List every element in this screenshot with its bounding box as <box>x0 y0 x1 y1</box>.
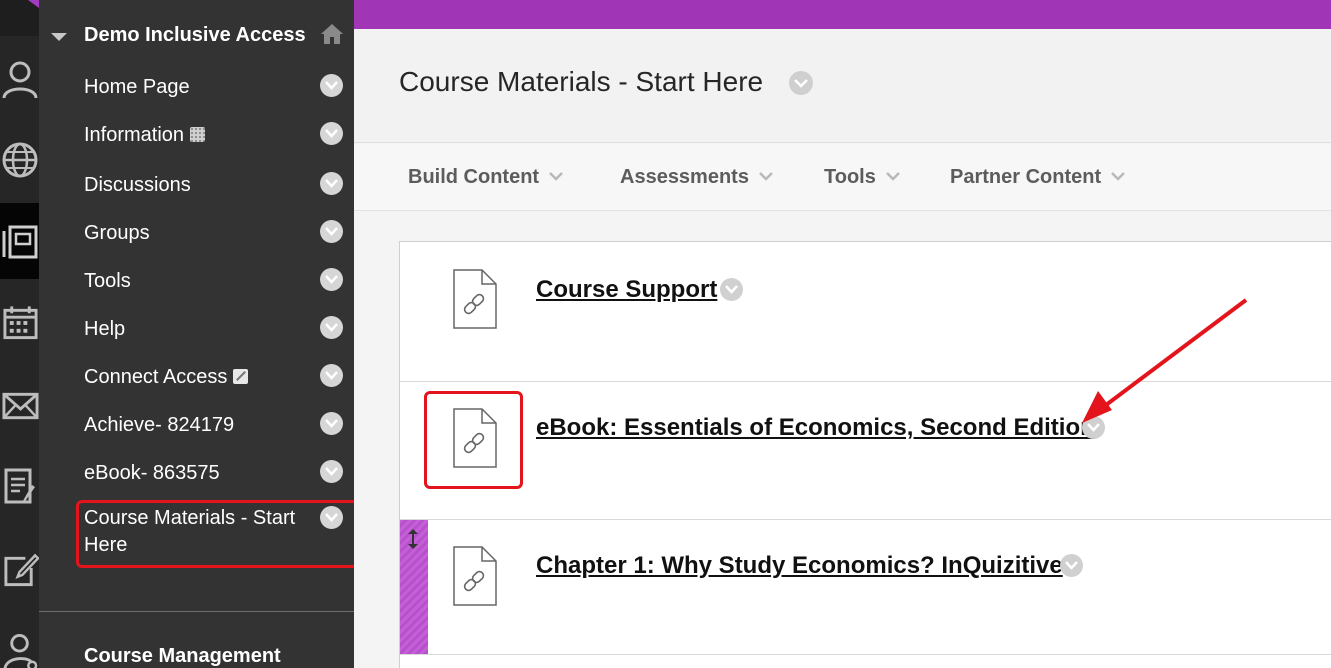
menu-item-label[interactable]: Connect Access <box>84 364 249 390</box>
annotation-highlight-menu-item <box>76 500 373 568</box>
chevron-down-icon[interactable] <box>320 220 343 243</box>
menu-divider <box>39 611 354 612</box>
menu-item-label[interactable]: Groups <box>84 220 150 246</box>
grades-icon[interactable] <box>0 462 39 510</box>
chevron-down-icon[interactable] <box>320 460 343 483</box>
courses-icon[interactable] <box>0 217 39 265</box>
rail-corner-accent <box>28 0 39 8</box>
drag-handle[interactable] <box>400 520 428 654</box>
course-menu-header[interactable]: Demo Inclusive Access <box>39 20 354 54</box>
assessments-button[interactable]: Assessments <box>620 164 773 189</box>
chevron-down-icon <box>759 164 773 187</box>
chevron-down-icon[interactable] <box>720 278 743 301</box>
globe-icon[interactable] <box>0 136 39 184</box>
collapse-caret-icon[interactable] <box>51 33 67 41</box>
content-item-title-link[interactable]: Course Support <box>536 276 717 304</box>
chevron-down-icon[interactable] <box>320 122 343 145</box>
edit-icon[interactable] <box>0 546 39 594</box>
menu-item-label[interactable]: Discussions <box>84 172 191 198</box>
chevron-down-icon[interactable] <box>320 74 343 97</box>
menu-item-connect-access[interactable]: Connect Access <box>39 354 354 394</box>
page-title: Course Materials - Start Here <box>399 66 764 97</box>
chevron-down-icon[interactable] <box>1060 554 1083 577</box>
global-nav-rail <box>0 0 39 668</box>
chevron-down-icon[interactable] <box>320 172 343 195</box>
menu-item-ebook[interactable]: eBook- 863575 <box>39 450 354 490</box>
menu-item-information[interactable]: Information <box>39 112 354 152</box>
chevron-down-icon[interactable] <box>789 71 813 95</box>
hidden-item-icon <box>190 127 206 142</box>
chevron-down-icon[interactable] <box>320 412 343 435</box>
calendar-icon[interactable] <box>0 299 39 347</box>
menu-item-label[interactable]: Tools <box>84 268 131 294</box>
home-icon[interactable] <box>320 23 344 50</box>
menu-item-label[interactable]: Help <box>84 316 125 342</box>
tools-button[interactable]: Tools <box>824 164 900 189</box>
menu-item-discussions[interactable]: Discussions <box>39 162 354 202</box>
content-item-title-link[interactable]: Chapter 1: Why Study Economics? InQuizit… <box>536 552 1063 580</box>
menu-item-achieve[interactable]: Achieve- 824179 <box>39 402 354 442</box>
menu-item-home-page[interactable]: Home Page <box>39 64 354 104</box>
partner-content-button[interactable]: Partner Content <box>950 164 1126 189</box>
content-item-title-link[interactable]: eBook: Essentials of Economics, Second E… <box>536 414 1095 442</box>
menu-item-label[interactable]: Achieve- 824179 <box>84 412 234 438</box>
drag-arrows-icon <box>408 529 418 549</box>
annotation-arrow-icon <box>1082 298 1248 423</box>
user-icon[interactable] <box>0 56 39 104</box>
chevron-down-icon <box>885 164 900 187</box>
item-divider <box>400 654 1331 655</box>
menu-item-label[interactable]: Home Page <box>84 74 190 100</box>
build-content-button[interactable]: Build Content <box>408 164 563 189</box>
chevron-down-icon[interactable] <box>320 316 343 339</box>
content-item: Chapter 1: Why Study Economics? InQuizit… <box>400 520 1331 654</box>
menu-item-label[interactable]: Information <box>84 122 206 148</box>
chevron-down-icon[interactable] <box>320 268 343 291</box>
external-link-icon <box>233 369 249 384</box>
page-header: Course Materials - Start Here <box>354 29 1331 143</box>
annotation-highlight-icon <box>424 391 523 489</box>
menu-item-tools[interactable]: Tools <box>39 258 354 298</box>
link-file-icon <box>452 545 498 612</box>
link-file-icon <box>452 268 498 335</box>
menu-item-groups[interactable]: Groups <box>39 210 354 250</box>
chevron-down-icon <box>1111 164 1126 187</box>
top-accent-bar <box>354 0 1331 29</box>
mail-icon[interactable] <box>0 382 39 430</box>
menu-item-help[interactable]: Help <box>39 306 354 346</box>
action-bar: Build Content Assessments Tools Partner … <box>354 144 1331 211</box>
chevron-down-icon <box>549 164 563 187</box>
menu-item-label[interactable]: eBook- 863575 <box>84 460 220 486</box>
user-settings-icon[interactable] <box>0 628 39 668</box>
course-title[interactable]: Demo Inclusive Access <box>84 24 306 47</box>
chevron-down-icon[interactable] <box>320 364 343 387</box>
course-management-heading[interactable]: Course Management <box>84 645 281 668</box>
